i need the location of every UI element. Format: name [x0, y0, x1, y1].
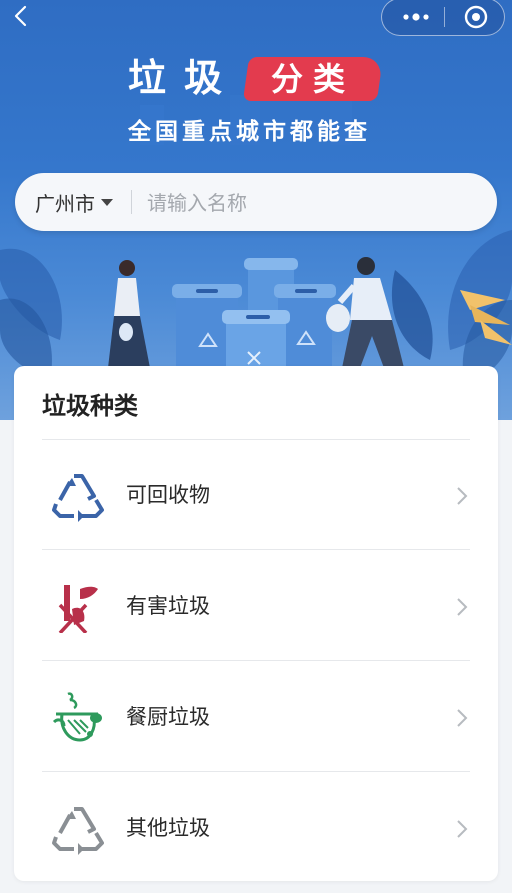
- search-divider: [131, 190, 132, 214]
- category-card: 垃圾种类 可回收物 有害垃圾 餐厨垃圾 其他垃圾: [14, 366, 498, 881]
- title-badge-text: 分类: [270, 60, 355, 98]
- chevron-right-icon: [457, 709, 468, 727]
- capsule-divider: [444, 7, 445, 27]
- page-subtitle: 全国重点城市都能查: [128, 119, 371, 145]
- chevron-right-icon: [457, 820, 468, 838]
- target-close-icon: [464, 5, 488, 29]
- category-label: 有害垃圾: [126, 594, 210, 618]
- search-bar: 广州市: [15, 173, 497, 233]
- category-item-food-waste[interactable]: 餐厨垃圾: [42, 662, 470, 772]
- category-item-recyclable[interactable]: 可回收物: [42, 440, 470, 550]
- caret-down-icon: [101, 198, 113, 206]
- food-waste-icon: [52, 692, 102, 742]
- close-button[interactable]: [456, 0, 496, 35]
- miniprogram-capsule: [381, 0, 505, 36]
- more-dots-icon: [403, 13, 429, 21]
- category-label: 餐厨垃圾: [126, 705, 210, 729]
- recycle-icon: [52, 474, 104, 522]
- row-divider: [42, 660, 470, 661]
- category-item-other-waste[interactable]: 其他垃圾: [42, 773, 470, 883]
- chevron-left-icon: [14, 5, 27, 27]
- city-selector[interactable]: 广州市: [35, 173, 113, 231]
- back-button[interactable]: [10, 4, 34, 28]
- title-main-text: 垃圾: [128, 56, 241, 100]
- title-badge: 分类: [242, 57, 384, 101]
- category-heading: 垃圾种类: [42, 392, 138, 420]
- header-banner: 垃圾 分类 全国重点城市都能查 广州市: [0, 0, 512, 420]
- other-waste-icon: [52, 807, 104, 855]
- category-label: 其他垃圾: [126, 816, 210, 840]
- category-label: 可回收物: [126, 483, 210, 507]
- chevron-right-icon: [457, 487, 468, 505]
- category-item-hazardous[interactable]: 有害垃圾: [42, 551, 470, 661]
- city-label: 广州市: [35, 191, 95, 216]
- row-divider: [42, 771, 470, 772]
- hazardous-icon: [58, 585, 98, 633]
- search-input[interactable]: [145, 173, 479, 233]
- row-divider: [42, 549, 470, 550]
- sorting-scene-illustration: [108, 257, 404, 376]
- more-button[interactable]: [396, 0, 436, 35]
- chevron-right-icon: [457, 598, 468, 616]
